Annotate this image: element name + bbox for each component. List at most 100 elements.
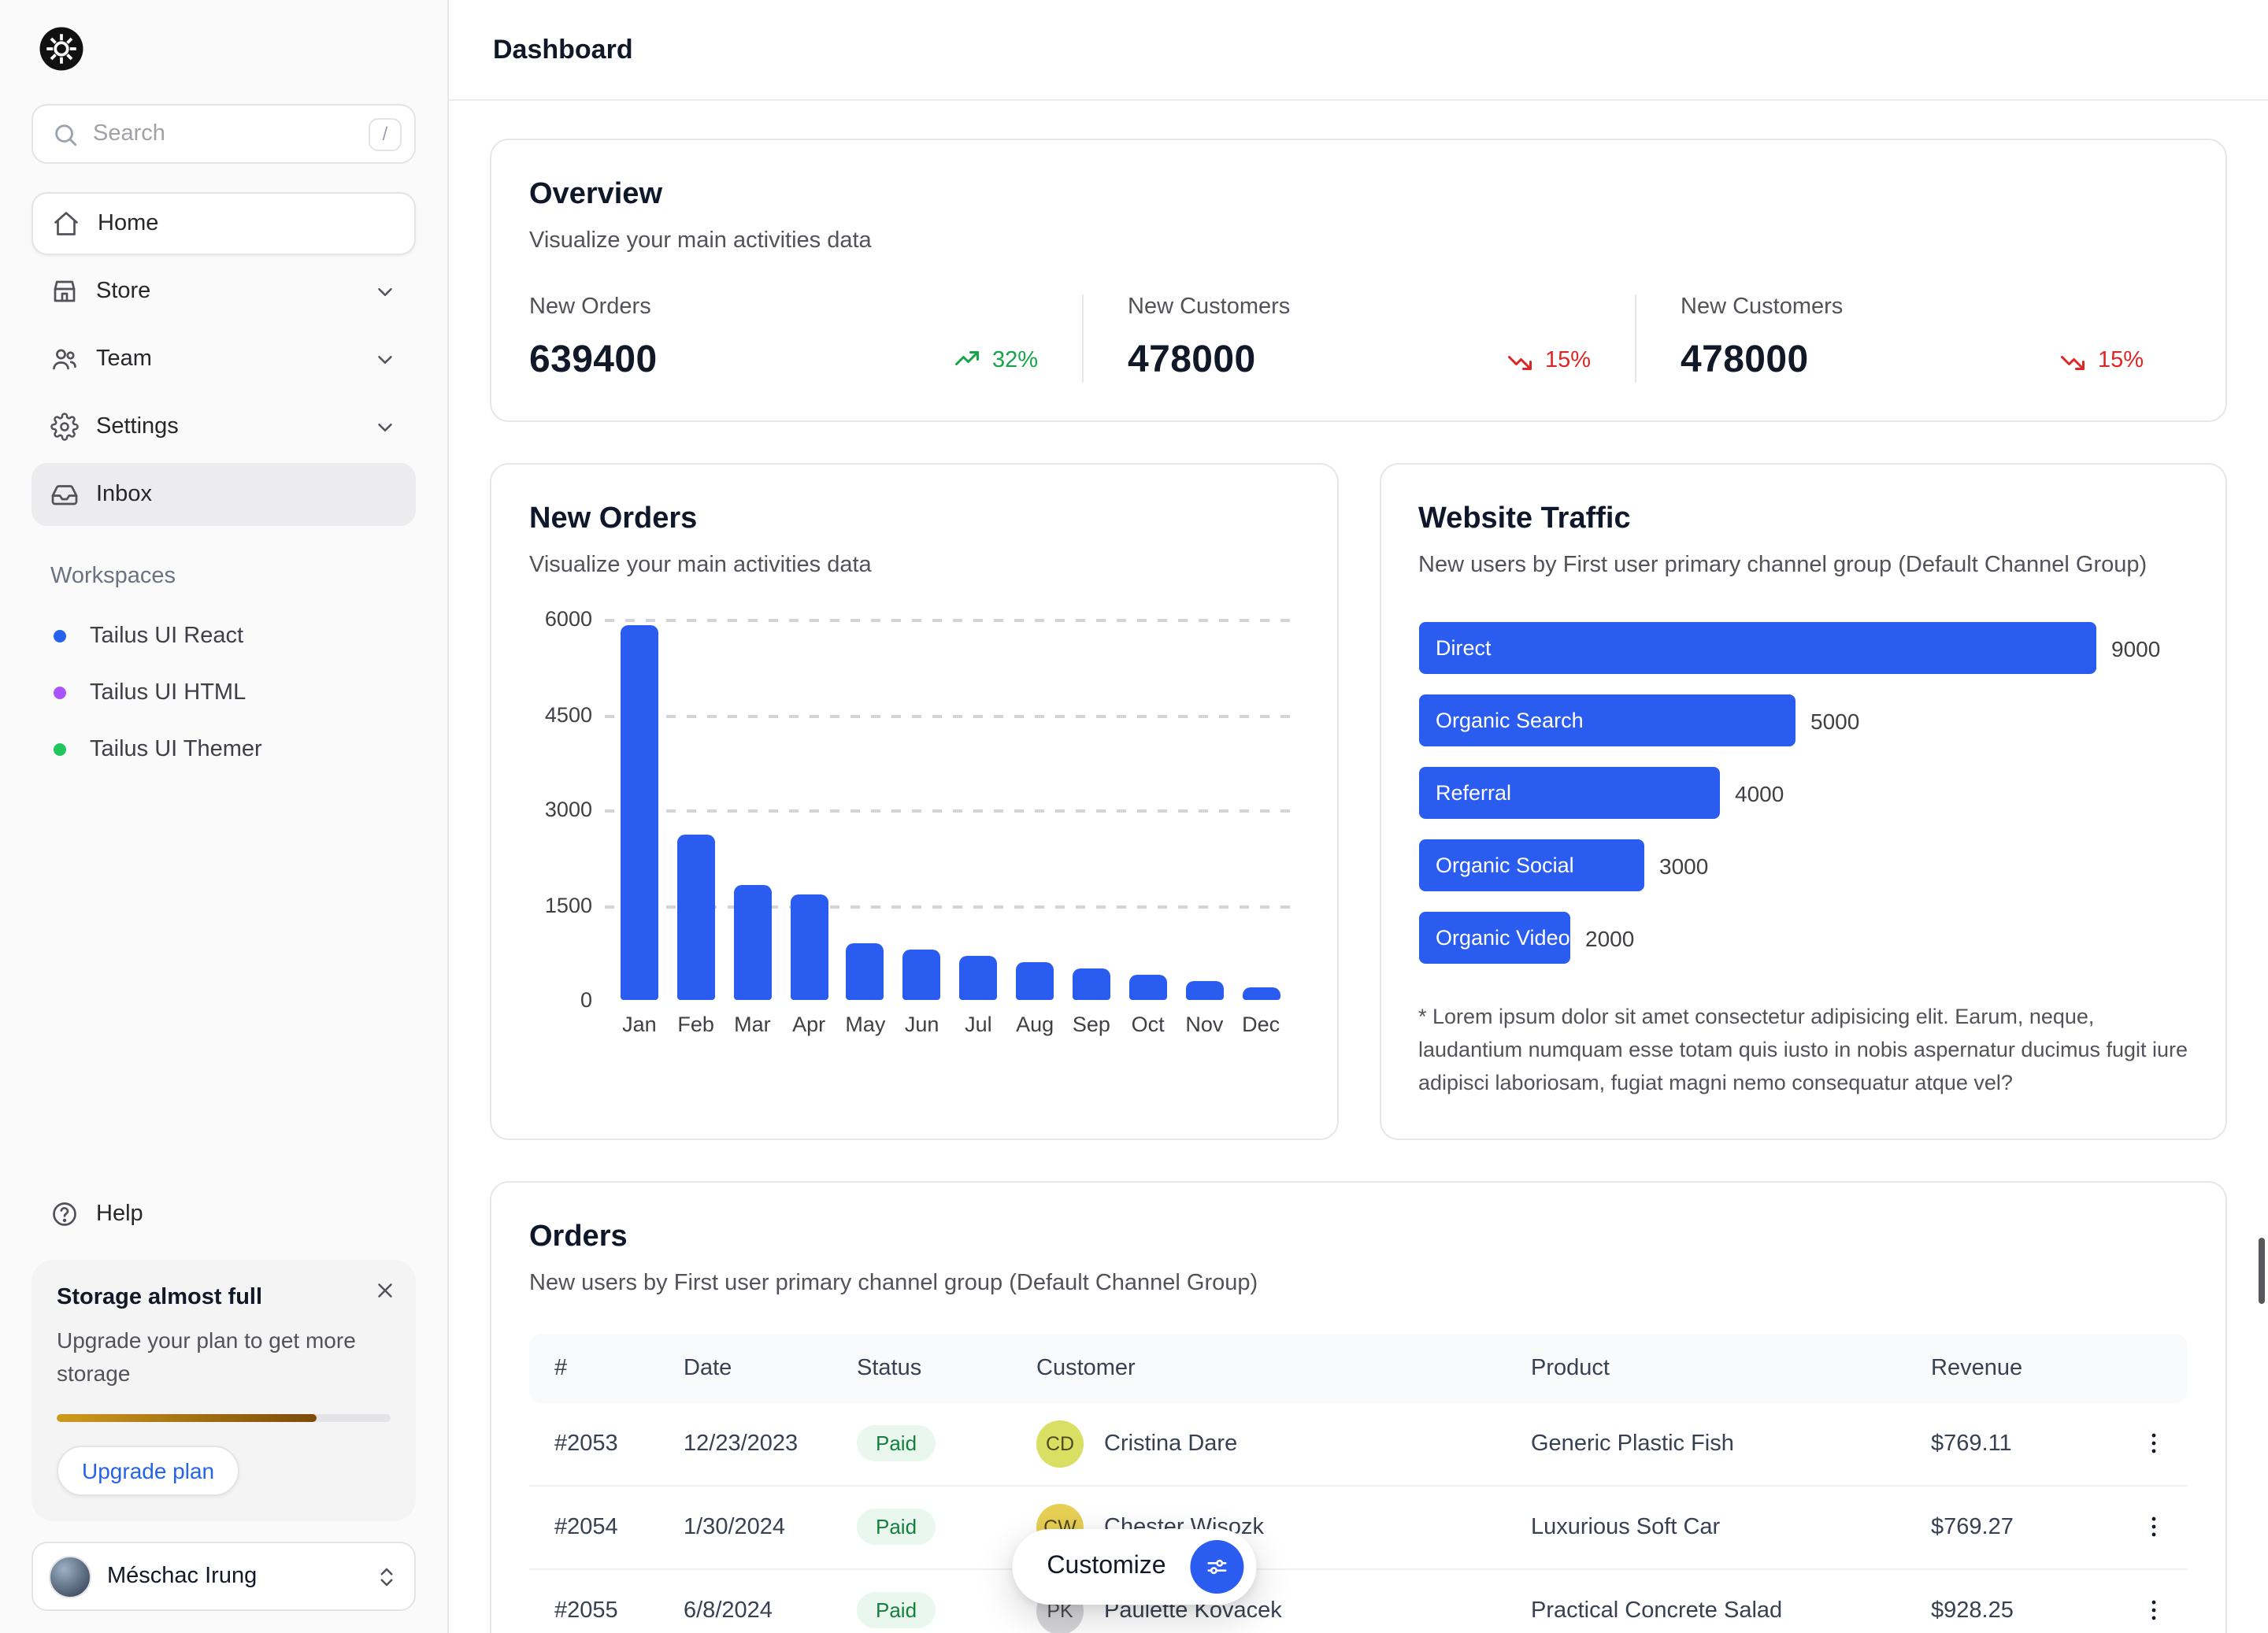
product-name: Luxurious Soft Car	[1531, 1515, 1931, 1540]
chevron-down-icon	[373, 347, 397, 371]
chart-footnote: * Lorem ipsum dolor sit amet consectetur…	[1418, 1002, 2188, 1101]
chart-bar-sep[interactable]	[1073, 968, 1110, 1000]
revenue-value: $928.25	[1931, 1598, 2118, 1624]
chart-bar-apr[interactable]	[790, 895, 828, 1000]
stat-new-customers-1: New Customers 478000 15%	[1082, 294, 1635, 383]
trend-up-icon	[953, 346, 981, 375]
chart-bar-feb[interactable]	[677, 835, 715, 1000]
traffic-bar[interactable]: Referral	[1418, 767, 1719, 819]
search-shortcut-badge: /	[369, 117, 402, 150]
app-root: / HomeStoreTeamSettingsInbox Workspaces …	[0, 0, 2268, 1633]
sidebar-item-store[interactable]: Store	[32, 260, 416, 323]
chart-bar-nov[interactable]	[1185, 981, 1223, 1000]
app-logo-icon[interactable]	[38, 25, 85, 72]
traffic-value: 2000	[1585, 925, 1634, 950]
table-row[interactable]: #205312/23/2023PaidCDCristina DareGeneri…	[529, 1403, 2188, 1487]
traffic-value: 4000	[1735, 780, 1784, 805]
sidebar-item-label: Inbox	[96, 482, 152, 507]
row-menu-icon[interactable]	[2118, 1598, 2188, 1624]
column-header-revenue: Revenue	[1931, 1356, 2118, 1381]
overview-subtitle: Visualize your main activities data	[529, 228, 2188, 254]
chart-subtitle: Visualize your main activities data	[529, 553, 1299, 578]
table-row[interactable]: #20541/30/2024PaidCWChester WisozkLuxuri…	[529, 1487, 2188, 1570]
traffic-value: 9000	[2111, 635, 2160, 661]
scrollbar[interactable]	[2259, 1238, 2265, 1304]
close-icon[interactable]	[373, 1279, 397, 1303]
stat-new-orders-0: New Orders 639400 32%	[529, 294, 1082, 383]
chart-bar-may[interactable]	[847, 942, 884, 1000]
search-input[interactable]	[93, 121, 354, 146]
order-date: 1/30/2024	[684, 1515, 857, 1540]
overview-card: Overview Visualize your main activities …	[490, 139, 2227, 422]
traffic-row-organic-search: Organic Search 5000	[1418, 694, 2188, 746]
help-label: Help	[96, 1202, 143, 1228]
x-axis-label: May	[837, 1013, 894, 1036]
search-box[interactable]: /	[32, 104, 416, 164]
traffic-bar[interactable]: Organic Search	[1418, 694, 1795, 746]
workspace-item-tailus-ui-react[interactable]: Tailus UI React	[32, 608, 416, 665]
page-title: Dashboard	[493, 34, 633, 65]
sidebar-item-settings[interactable]: Settings	[32, 395, 416, 458]
sidebar-item-help[interactable]: Help	[32, 1185, 416, 1245]
content: Overview Visualize your main activities …	[449, 101, 2268, 1633]
sidebar-item-team[interactable]: Team	[32, 328, 416, 391]
stat-label: New Orders	[529, 294, 1038, 320]
table-row[interactable]: #20556/8/2024PaidPKPaulette KovacekPract…	[529, 1570, 2188, 1633]
sidebar-item-inbox[interactable]: Inbox	[32, 463, 416, 526]
sidebar: / HomeStoreTeamSettingsInbox Workspaces …	[0, 0, 449, 1633]
traffic-row-direct: Direct 9000	[1418, 622, 2188, 674]
x-axis-label: Sep	[1063, 1013, 1120, 1036]
x-axis-label: Mar	[724, 1013, 781, 1036]
traffic-bar[interactable]: Organic Video	[1418, 912, 1569, 964]
orders-card: Orders New users by First user primary c…	[490, 1181, 2227, 1633]
x-axis-label: Nov	[1177, 1013, 1233, 1036]
orders-subtitle: New users by First user primary channel …	[529, 1271, 2188, 1296]
chart-bar-jun[interactable]	[903, 949, 941, 1000]
workspaces-label: Workspaces	[50, 564, 397, 589]
store-icon	[50, 277, 79, 305]
x-axis-label: Jul	[951, 1013, 1007, 1036]
sidebar-item-label: Team	[96, 346, 152, 372]
chevron-up-down-icon	[375, 1564, 398, 1588]
customize-button[interactable]: Customize	[1012, 1529, 1255, 1605]
stat-label: New Customers	[1128, 294, 1591, 320]
user-menu[interactable]: Méschac Irung	[32, 1542, 416, 1611]
trend-value: 32%	[992, 348, 1038, 373]
sidebar-item-home[interactable]: Home	[32, 192, 416, 255]
chart-title: New Orders	[529, 502, 1299, 537]
status-badge: Paid	[857, 1426, 936, 1462]
chart-bar-dec[interactable]	[1242, 987, 1280, 1000]
workspace-item-tailus-ui-themer[interactable]: Tailus UI Themer	[32, 721, 416, 778]
upgrade-plan-button[interactable]: Upgrade plan	[57, 1446, 239, 1496]
traffic-value: 5000	[1810, 708, 1859, 733]
storage-progress-bar	[57, 1414, 391, 1422]
chart-bar-jan[interactable]	[621, 625, 658, 1000]
chart-bar-oct[interactable]	[1129, 975, 1167, 1000]
chart-bar-aug[interactable]	[1016, 962, 1054, 1000]
main-area: Dashboard Overview Visualize your main a…	[449, 0, 2268, 1633]
column-header-status: Status	[857, 1356, 1036, 1381]
order-id: #2055	[529, 1598, 684, 1624]
workspace-label: Tailus UI React	[90, 624, 243, 649]
trend-value: 15%	[1545, 348, 1591, 373]
topbar: Dashboard	[449, 0, 2268, 101]
stat-label: New Customers	[1681, 294, 2144, 320]
settings-icon	[50, 413, 79, 441]
workspace-item-tailus-ui-html[interactable]: Tailus UI HTML	[32, 665, 416, 721]
chart-bar-mar[interactable]	[733, 886, 771, 1000]
chart-bar-jul[interactable]	[959, 956, 997, 1000]
traffic-bar[interactable]: Direct	[1418, 622, 2096, 674]
row-menu-icon[interactable]	[2118, 1431, 2188, 1457]
stat-value: 478000	[1128, 339, 1256, 383]
status-badge: Paid	[857, 1593, 936, 1629]
home-icon	[52, 209, 80, 238]
y-axis-tick: 1500	[529, 893, 592, 916]
row-menu-icon[interactable]	[2118, 1514, 2188, 1541]
product-name: Practical Concrete Salad	[1531, 1598, 1931, 1624]
sidebar-nav: HomeStore Team Settings Inbox	[32, 192, 416, 526]
traffic-bar[interactable]: Organic Social	[1418, 839, 1644, 891]
x-axis-label: Apr	[780, 1013, 837, 1036]
inbox-icon	[50, 480, 79, 509]
stat-value: 478000	[1681, 339, 1809, 383]
stat-value: 639400	[529, 339, 658, 383]
